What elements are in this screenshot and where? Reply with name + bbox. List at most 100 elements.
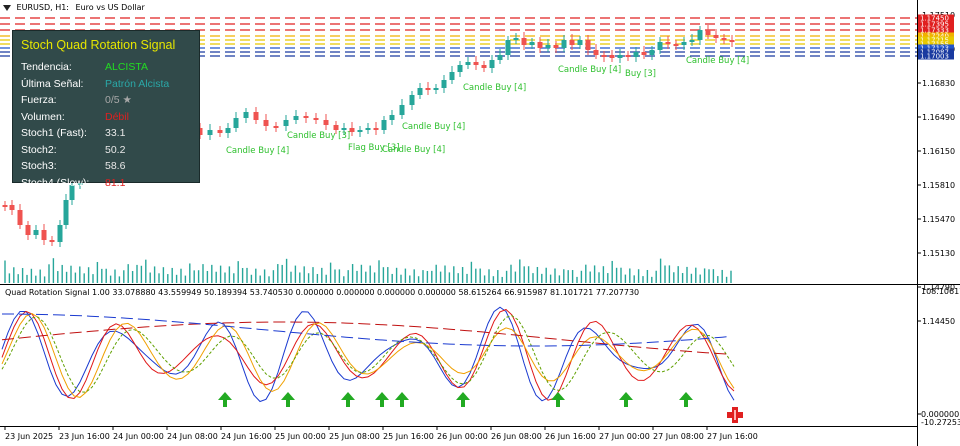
candle-body	[681, 42, 687, 45]
candle-body	[465, 62, 471, 65]
time-tick-label: 24 Jun 16:00	[221, 432, 272, 441]
candle-body	[49, 240, 55, 242]
candle-body	[207, 130, 213, 135]
candle-body	[513, 38, 519, 40]
time-tick-label: 23 Jun 16:00	[59, 432, 110, 441]
price-tick-label: 1.15130	[922, 249, 955, 258]
candle-body	[697, 30, 703, 40]
time-tick-label: 27 Jun 16:00	[707, 432, 758, 441]
candle-body	[323, 120, 329, 125]
candle-body	[243, 112, 249, 118]
panel-row-value: 0/5 ★	[105, 94, 132, 106]
price-tick-label: 1.16830	[922, 79, 955, 88]
panel-row-label: Tendencia:	[21, 61, 72, 73]
candle-body	[41, 230, 47, 240]
time-tick-label: 25 Jun 00:00	[275, 432, 326, 441]
panel-row-value: 58.6	[105, 160, 126, 172]
buy-arrow-icon	[551, 392, 565, 407]
candle-body	[441, 80, 447, 88]
price-level-badges: 1.174501.173951.173331.172401.172151.171…	[918, 14, 954, 61]
candle-body	[569, 40, 575, 45]
candle-body	[9, 205, 15, 210]
panel-title: Stoch Quad Rotation Signal	[21, 38, 176, 52]
panel-row-label: Stoch2:	[21, 143, 57, 156]
buy-arrow-icon	[395, 392, 409, 407]
buy-arrow-icon	[375, 392, 389, 407]
price-tick-label: 1.15810	[922, 181, 955, 190]
panel-row-value: 33.1	[105, 127, 126, 139]
signal-label: Candle Buy [3]	[287, 131, 350, 141]
candle-body	[273, 126, 279, 128]
panel-row-label: Volumen:	[21, 110, 65, 123]
signal-label: Candle Buy [4]	[382, 145, 445, 155]
candle-body	[649, 50, 655, 55]
panel-row-value: Patrón Alcista	[105, 77, 170, 90]
buy-arrow-icon	[218, 392, 232, 407]
candle-body	[489, 60, 495, 68]
candle-body	[293, 116, 299, 120]
candle-body	[333, 125, 339, 130]
candle-body	[609, 55, 615, 58]
time-tick-label: 24 Jun 00:00	[113, 432, 164, 441]
price-tick-label: 1.16490	[922, 113, 955, 122]
buy-arrow-icon	[341, 392, 355, 407]
candle-body	[721, 38, 727, 40]
candle-body	[365, 128, 371, 130]
time-tick-label: 26 Jun 08:00	[491, 432, 542, 441]
candle-body	[537, 42, 543, 48]
candle-body	[433, 88, 439, 90]
panel-row-label: Última Señal:	[21, 77, 84, 90]
candle-body	[63, 200, 69, 225]
candle-body	[553, 45, 559, 48]
candle-body	[529, 42, 535, 45]
candle-body	[373, 128, 379, 130]
candle-body	[641, 52, 647, 55]
time-tick-label: 27 Jun 00:00	[599, 432, 650, 441]
time-tick-label: 26 Jun 16:00	[545, 432, 596, 441]
panel-row-label: Fuerza:	[21, 94, 57, 106]
svg-text:1.17003: 1.17003	[920, 53, 949, 61]
signal-label: Candle Buy [4]	[402, 122, 465, 132]
stochastic-lines	[1, 306, 735, 403]
candle-body	[389, 115, 395, 120]
signal-label: Candle Buy [4]	[463, 83, 526, 93]
sell-marker-icon	[727, 407, 743, 423]
candle-body	[457, 65, 463, 72]
price-badge: 1.17003	[918, 52, 954, 61]
candle-body	[625, 55, 631, 57]
candle-body	[473, 62, 479, 65]
candle-body	[357, 130, 363, 132]
candle-body	[729, 40, 735, 42]
candle-body	[497, 55, 503, 60]
candle-body	[341, 128, 347, 130]
panel-row-value: Débil	[105, 110, 129, 123]
panel-row-value: 81.1	[105, 176, 126, 189]
candle-body	[425, 88, 431, 90]
candle-body	[713, 35, 719, 38]
candle-body	[417, 88, 423, 95]
signal-label: Candle Buy [4]	[226, 146, 289, 156]
indicator-subtitle: Quad Rotation Signal 1.00 33.078880 43.5…	[5, 288, 640, 297]
panel-row-label: Stoch1 (Fast):	[21, 127, 87, 139]
trading-chart-window: EURUSD, H1: Euro vs US Dollar Candle Buy…	[0, 0, 960, 446]
candle-body	[33, 230, 39, 235]
candle-body	[593, 50, 599, 55]
time-tick-label: 26 Jun 00:00	[437, 432, 488, 441]
candle-body	[409, 95, 415, 105]
candle-body	[25, 225, 31, 235]
candle-body	[505, 40, 511, 55]
signal-label: Candle Buy [4]	[686, 56, 749, 66]
time-axis: 23 Jun 2025 23 Jun 16:00 24 Jun 00:00 24 Ju…	[4, 426, 758, 441]
stoch2-line	[1, 308, 735, 401]
candle-body	[617, 55, 623, 58]
candle-body	[657, 42, 663, 50]
candle-body	[577, 40, 583, 45]
candle-body	[217, 130, 223, 133]
candle-body	[689, 40, 695, 42]
buy-arrow-icon	[679, 392, 693, 407]
buy-arrows	[218, 392, 693, 407]
candle-body	[283, 120, 289, 126]
panel-row-label: Stoch4 (Slow):	[21, 176, 90, 189]
candle-body	[521, 38, 527, 45]
candle-body	[253, 112, 259, 120]
